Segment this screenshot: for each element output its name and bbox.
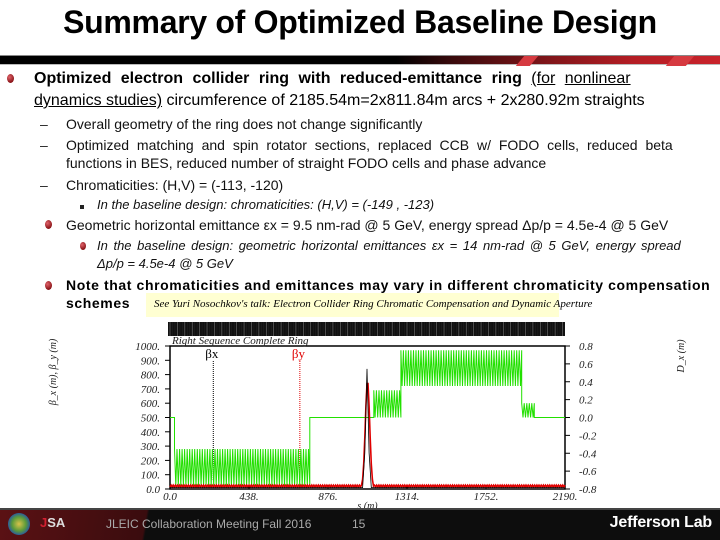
y-left-tick-label: 500.: [141, 413, 160, 425]
y-right-axis-label: D_x (m): [676, 339, 687, 374]
y-left-tick-label: 100.: [141, 470, 160, 482]
legend-label: βx: [205, 346, 219, 361]
x-tick-label: 0.0: [163, 491, 177, 503]
y-right-tick-label: 0.0: [579, 413, 593, 425]
x-tick-label: 438.: [239, 491, 258, 503]
y-right-tick-label: 0.8: [579, 341, 593, 353]
x-tick-label: 876.: [318, 491, 337, 503]
y-right-tick-label: -0.2: [579, 430, 597, 442]
footer: JSA JLEIC Collaboration Meeting Fall 201…: [0, 508, 720, 540]
doe-logo-icon: [8, 513, 30, 535]
footer-meeting-name: JLEIC Collaboration Meeting Fall 2016: [106, 517, 312, 531]
footer-divider: [0, 508, 720, 510]
y-left-tick-label: 600.: [141, 398, 160, 410]
y-right-tick-label: -0.4: [579, 448, 597, 460]
y-left-tick-label: 1000.: [135, 341, 160, 353]
page-number: 15: [352, 517, 366, 531]
x-tick-label: 2190.: [553, 491, 578, 503]
y-left-tick-label: 800.: [141, 370, 160, 382]
y-left-tick-label: 400.: [141, 427, 160, 439]
y-right-tick-label: -0.6: [579, 466, 597, 478]
y-right-tick-label: -0.8: [579, 484, 597, 496]
y-left-tick-label: 0.0: [146, 484, 160, 496]
y-left-tick-label: 900.: [141, 355, 160, 367]
jefferson-lab-logo: Jefferson Lab: [609, 514, 713, 531]
jsa-logo-icon: JSA: [40, 515, 65, 530]
lattice-functions-chart: Right Sequence Complete Ring0.0100.200.3…: [48, 322, 687, 512]
y-right-tick-label: 0.4: [579, 377, 593, 389]
y-left-tick-label: 200.: [141, 455, 160, 467]
legend-label: βy: [292, 346, 306, 361]
y-right-tick-label: 0.2: [579, 395, 593, 407]
jsa-logo-sa: SA: [47, 515, 66, 530]
y-left-axis-label: β_x (m), β_y (m): [48, 338, 59, 406]
y-left-tick-label: 300.: [140, 441, 160, 453]
x-tick-label: 1752.: [474, 491, 499, 503]
x-tick-label: 1314.: [395, 491, 420, 503]
chart-title: Right Sequence Complete Ring: [171, 335, 309, 347]
y-left-tick-label: 700.: [141, 384, 160, 396]
y-right-tick-label: 0.6: [579, 359, 593, 371]
